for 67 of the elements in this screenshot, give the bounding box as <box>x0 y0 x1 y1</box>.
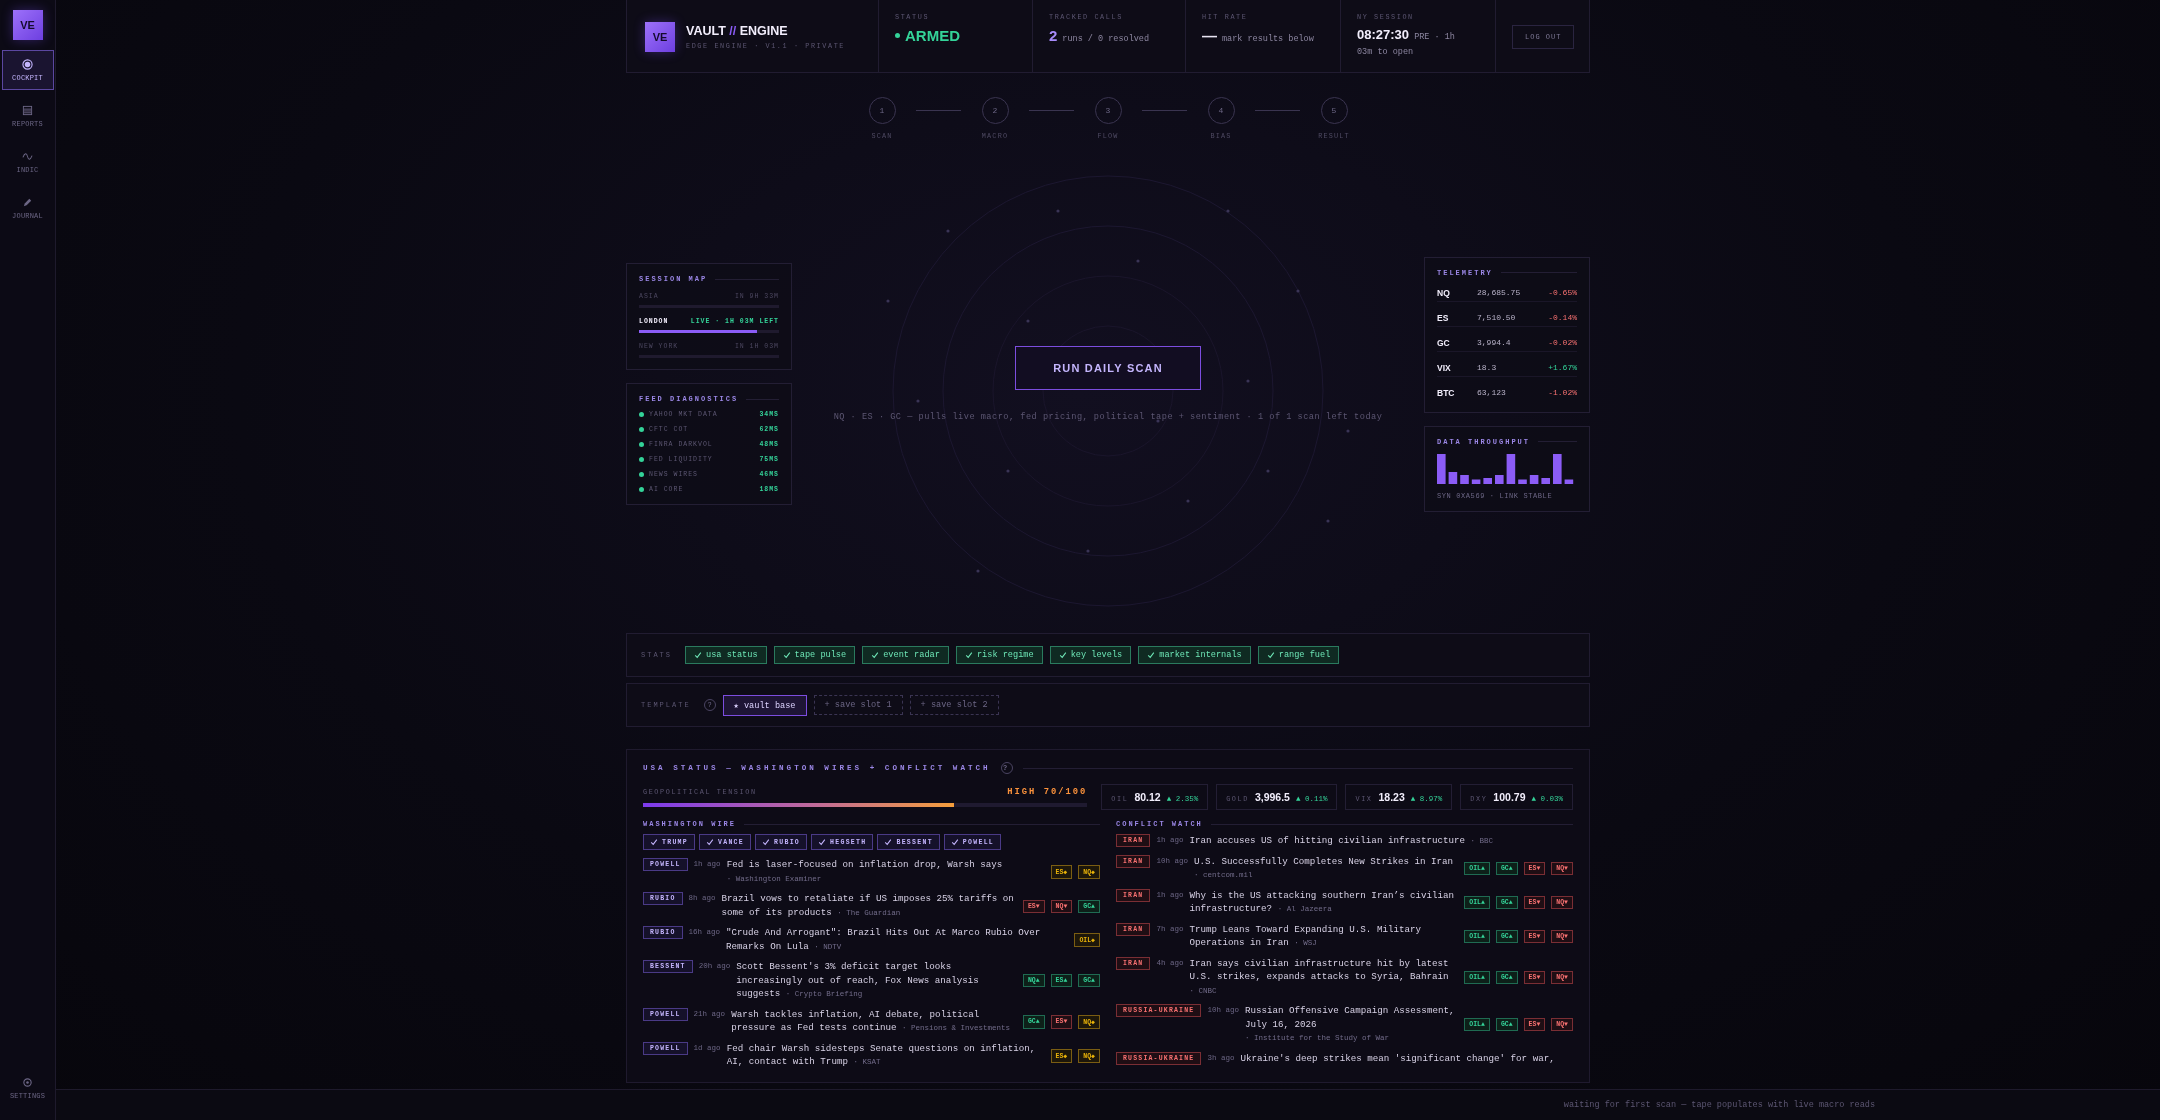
calls-count: 2 <box>1049 27 1058 44</box>
quote-value: 3,996.5 <box>1254 791 1290 803</box>
scan-note: NQ · ES · GC — pulls live macro, fed pricing, political tape + sentiment · 1 of 1 scan left today <box>833 412 1383 422</box>
app-logo: VE <box>12 10 43 40</box>
ticker-price: 28,685.75 <box>1477 288 1522 297</box>
ticker-price: 18.3 <box>1477 363 1498 372</box>
stat-toggle[interactable]: range fuel <box>1257 646 1340 664</box>
status-dot <box>639 487 644 492</box>
ticker-change: -0.65% <box>1548 288 1577 297</box>
hit-rate-detail: mark results below <box>1222 34 1314 44</box>
stat-toggle[interactable]: usa status <box>685 646 767 664</box>
check-icon <box>762 838 771 846</box>
check-icon <box>782 651 791 659</box>
ticker-symbol: ES <box>1437 312 1450 323</box>
stat-toggle[interactable]: key levels <box>1049 646 1132 664</box>
wave-icon <box>22 150 33 162</box>
run-scan-button[interactable]: RUN DAILY SCAN <box>1015 346 1201 390</box>
quote-value: 100.79 <box>1493 791 1526 803</box>
session-time: 08:27:30 PRE · 1h 03m to open <box>1357 27 1456 59</box>
status-dot <box>639 427 644 432</box>
check-icon <box>706 838 714 846</box>
quote-value: 80.12 <box>1134 791 1161 803</box>
template-slot[interactable]: ★ vault base <box>722 694 807 716</box>
ticker-price: 3,994.4 <box>1477 338 1512 347</box>
ticker-change: -1.02% <box>1548 388 1577 397</box>
status-dot <box>639 442 644 447</box>
ticker-change: -0.14% <box>1548 313 1577 322</box>
hit-rate-value: — <box>1202 27 1217 44</box>
ticker-change: -0.02% <box>1548 338 1577 347</box>
status-value: ARMED <box>905 27 960 44</box>
calls-detail: runs / 0 resolved <box>1062 34 1150 44</box>
check-icon <box>871 651 880 659</box>
ticker-change: +1.67% <box>1548 363 1577 372</box>
check-icon <box>964 651 973 659</box>
stat-toggle[interactable]: tape pulse <box>773 646 856 664</box>
status-message: waiting for first scan — tape populates with live macro reads <box>1563 1100 1875 1110</box>
stat-toggle[interactable]: risk regime <box>955 646 1043 664</box>
tension-reading: HIGH 70/100 <box>1007 787 1088 797</box>
ticker-symbol: NQ <box>1437 287 1451 298</box>
check-icon <box>1147 651 1156 659</box>
ticker-price: 63,123 <box>1477 388 1507 397</box>
check-icon <box>1058 651 1067 659</box>
template-slot[interactable]: + save slot 1 <box>813 695 903 715</box>
check-icon <box>694 651 702 659</box>
check-icon <box>884 838 893 846</box>
target-icon <box>22 58 33 70</box>
check-icon <box>818 838 827 846</box>
ticker-symbol: GC <box>1437 337 1451 348</box>
app-logo: VE <box>645 21 675 52</box>
list-icon <box>22 104 33 116</box>
template-slot[interactable]: + save slot 2 <box>909 695 999 715</box>
app-title: VAULT // ENGINE <box>686 23 789 38</box>
stat-toggle[interactable]: event radar <box>862 646 949 664</box>
stat-toggle[interactable]: market internals <box>1138 646 1251 664</box>
ticker-symbol: BTC <box>1437 387 1456 398</box>
check-icon <box>650 838 658 846</box>
pencil-icon <box>22 196 33 208</box>
settings-icon <box>22 1076 33 1088</box>
quote-value: 18.23 <box>1378 791 1405 803</box>
status-dot <box>639 457 644 462</box>
news-headline[interactable]: Ukraine's deep strikes mean 'significant change' for war, <box>1240 1051 1567 1065</box>
status-dot <box>639 472 644 477</box>
ticker-price: 7,510.50 <box>1477 313 1517 322</box>
status-dot <box>639 412 644 417</box>
check-icon <box>950 838 959 846</box>
ticker-symbol: VIX <box>1437 362 1452 373</box>
check-icon <box>1266 651 1275 659</box>
